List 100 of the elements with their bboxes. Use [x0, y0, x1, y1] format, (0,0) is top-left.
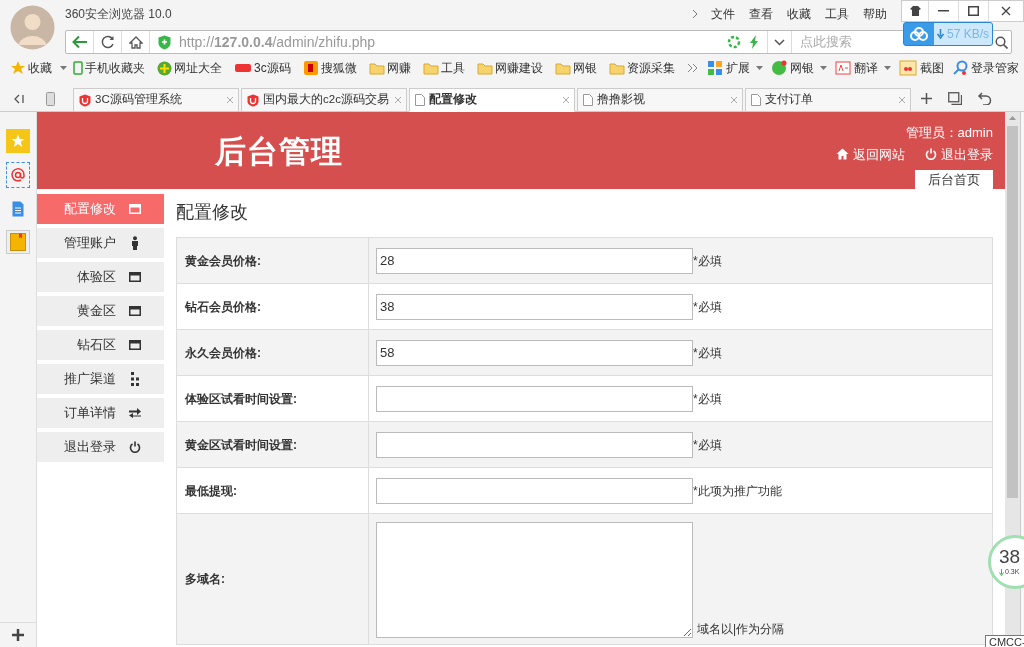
book-icon [10, 233, 26, 251]
bookmark-item[interactable]: 收藏 [10, 59, 52, 77]
close-icon [898, 96, 906, 104]
toolbar-button[interactable]: 翻译 [834, 59, 878, 77]
field-note: *必填 [693, 344, 722, 362]
shield-icon [247, 93, 259, 107]
bookmark-item[interactable]: 手机收藏夹 [73, 59, 145, 77]
menu-item[interactable]: 工具 [825, 5, 849, 23]
plus-icon [921, 93, 932, 104]
sidebar-item[interactable]: 黄金区 [37, 296, 164, 326]
browser-tab[interactable]: 撸撸影视 [577, 88, 743, 112]
bookmark-item[interactable]: 工具 [422, 59, 465, 77]
sidebar-item[interactable]: 退出登录 [37, 432, 164, 462]
phone-icon [46, 91, 55, 106]
star-icon [11, 134, 25, 148]
menu-item[interactable]: 收藏 [787, 5, 811, 23]
folder-icon [368, 61, 385, 75]
sidebar-item[interactable]: 钻石区 [37, 330, 164, 360]
input-field[interactable] [376, 431, 693, 458]
shirt-icon [909, 6, 921, 16]
field-label: 体验区试看时间设置: [177, 376, 369, 421]
bookmark-item[interactable]: 3c源码 [234, 59, 291, 77]
folder-icon [422, 61, 439, 75]
window-title: 360安全浏览器 10.0 [65, 6, 172, 23]
document-icon [12, 201, 24, 217]
browser-tab[interactable]: 3C源码管理系统 [73, 88, 239, 112]
toolbar-button[interactable]: 网银 [770, 59, 814, 77]
menu-item[interactable]: 文件 [711, 5, 735, 23]
window-icon [129, 204, 141, 214]
maximize-icon [968, 6, 979, 16]
field-label: 多域名: [177, 514, 369, 644]
close-icon [226, 96, 234, 104]
caret-down-icon [755, 66, 763, 70]
plus-icon [12, 629, 24, 641]
scrollbar-thumb[interactable] [1007, 126, 1018, 498]
shield-icon [79, 93, 91, 107]
bookmark-item[interactable]: 网赚建设 [476, 59, 543, 77]
folder-icon [608, 61, 625, 75]
bookmark-item[interactable]: 网址大全 [157, 59, 222, 77]
input-field[interactable]: 28 [376, 247, 693, 274]
input-field[interactable]: 38 [376, 293, 693, 320]
header-link[interactable]: 退出登录 [925, 144, 993, 164]
logo-icon [302, 60, 319, 76]
undo-icon [978, 92, 992, 105]
window-icon [129, 272, 141, 282]
person-icon [131, 236, 139, 250]
chevron-icon [691, 9, 699, 19]
field-note: 域名以|作为分隔 [697, 621, 785, 638]
field-note: *此项为推广功能 [693, 482, 782, 500]
toolbar-button[interactable]: 扩展 [706, 59, 750, 77]
field-label: 黄金区试看时间设置: [177, 422, 369, 467]
field-label: 黄金会员价格: [177, 238, 369, 283]
usage-percent: 38 [999, 546, 1021, 567]
close-icon [562, 96, 570, 104]
bookmark-item[interactable]: 网银 [554, 59, 597, 77]
mail-button[interactable] [6, 162, 30, 188]
menu-item[interactable]: 帮助 [863, 5, 887, 23]
sidebar-item[interactable]: 体验区 [37, 262, 164, 292]
caret-down-icon [60, 66, 67, 70]
translate-icon [834, 61, 851, 75]
sitemap-icon [131, 372, 139, 386]
close-icon [394, 96, 402, 104]
browser-tab[interactable]: 配置修改 [409, 88, 575, 112]
header-link[interactable]: 返回网站 [836, 144, 905, 164]
minimize-icon [938, 10, 949, 12]
input-field[interactable]: 58 [376, 339, 693, 366]
power-icon [129, 441, 141, 453]
toolbar-button[interactable]: 截图 [898, 59, 944, 77]
toolbar-button[interactable]: 登录管家 [951, 59, 1019, 77]
browser-tab[interactable]: 国内最大的c2c源码交易 [241, 88, 407, 112]
sidebar-item[interactable]: 推广渠道 [37, 364, 164, 394]
double-chevron-icon [686, 63, 699, 73]
page-icon [415, 94, 425, 106]
tabs-icon [948, 92, 962, 105]
input-field[interactable] [376, 385, 693, 412]
scroll-up-icon [1009, 116, 1016, 120]
favorites-button[interactable] [6, 129, 30, 153]
bookmark-item[interactable]: 网赚 [368, 59, 411, 77]
phone-icon [73, 61, 83, 75]
caret-down-icon [883, 66, 891, 70]
home-tab[interactable]: 后台首页 [915, 170, 993, 190]
input-field[interactable] [376, 477, 693, 504]
bookmark-button[interactable] [6, 230, 30, 254]
field-note: *必填 [693, 298, 722, 316]
sidebar-item[interactable]: 订单详情 [37, 398, 164, 428]
grid-icon [706, 60, 723, 76]
folder-icon [476, 61, 493, 75]
close-icon [730, 96, 738, 104]
folder-icon [554, 61, 571, 75]
down-arrow-icon [999, 568, 1004, 576]
field-label: 最低提现: [177, 468, 369, 513]
sidebar-item[interactable]: 管理账户 [37, 228, 164, 258]
field-note: *必填 [693, 436, 722, 454]
bookmark-item[interactable]: 搜狐微 [302, 59, 357, 77]
bookmark-item[interactable]: 资源采集 [608, 59, 675, 77]
browser-tab[interactable]: 支付订单 [745, 88, 911, 112]
home-icon [836, 148, 849, 161]
page-heading: 配置修改 [176, 201, 249, 224]
text-area[interactable] [376, 522, 693, 638]
menu-item[interactable]: 查看 [749, 5, 773, 23]
